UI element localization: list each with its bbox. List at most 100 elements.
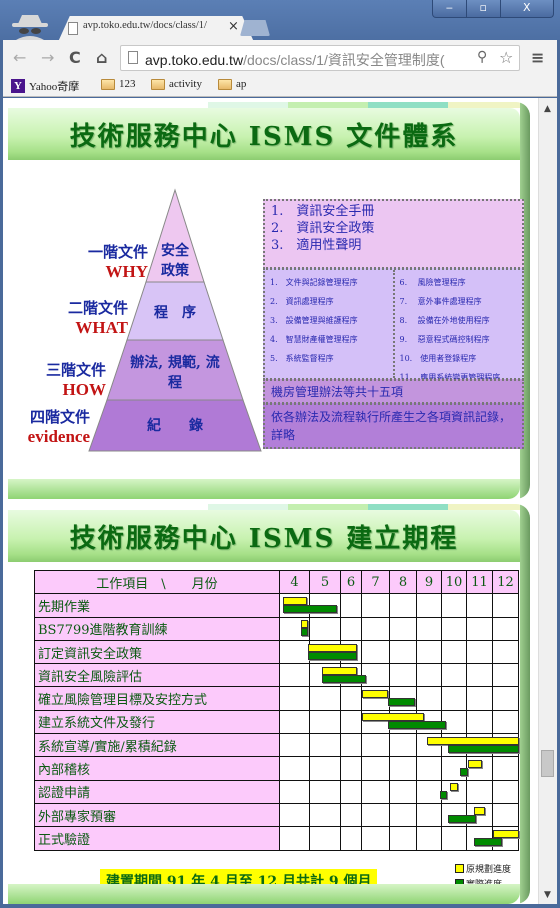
month-cell (361, 756, 390, 781)
month-cell (389, 593, 417, 618)
task-name: 確立風險管理目標及安控方式 (34, 686, 280, 711)
month-cell (416, 733, 442, 758)
bookmark-yahoo[interactable]: Y Yahoo奇摩 (11, 78, 79, 94)
month-cell (416, 686, 442, 711)
month-cell (492, 593, 519, 618)
month-cell (416, 779, 442, 804)
bookmark-label: ap (236, 78, 247, 90)
bookmark-label: 123 (119, 78, 136, 90)
month-cell (389, 779, 417, 804)
pyramid-line: 辦法, 規範, 流 (130, 355, 220, 371)
level-label-4: 四階文件 evidence (8, 408, 90, 446)
pyramid-text-2: 程 序 (125, 303, 225, 323)
month-cell (279, 756, 310, 781)
home-button[interactable]: ⌂ (96, 48, 107, 67)
month-cell (492, 802, 519, 828)
month-cell (466, 802, 493, 828)
minimize-button[interactable]: ‒ (433, 0, 467, 17)
new-tab-button[interactable] (240, 20, 270, 36)
slide-schedule: 技術服務中心 ISMS 建立期程 工作項目 \ 月份 4 5 6 7 8 9 1… (8, 504, 530, 904)
month-cell (279, 779, 310, 804)
close-window-button[interactable]: X (501, 0, 553, 17)
month-cell (340, 733, 362, 758)
month-cell (466, 616, 493, 641)
back-button[interactable]: ← (13, 48, 26, 67)
month-cell (441, 802, 467, 828)
vertical-scrollbar[interactable]: ▲ ▼ (538, 98, 557, 904)
folder-icon (218, 78, 232, 90)
scroll-up-arrow[interactable]: ▲ (544, 104, 551, 114)
month-cell (441, 663, 467, 688)
tab-title[interactable]: avp.toko.edu.tw/docs/class/1/ (83, 20, 213, 31)
level-label-2: 二階文件 WHAT (18, 299, 128, 337)
tab-close-button[interactable]: × (228, 19, 239, 34)
task-name: 認證申請 (34, 779, 280, 804)
level-cn: 一階文件 (87, 243, 148, 261)
yahoo-icon: Y (11, 79, 25, 93)
scrollbar-thumb[interactable] (541, 750, 554, 777)
procedure-item: 2. 資訊處理程序 (270, 297, 334, 306)
month-header: 4 (279, 569, 310, 595)
window-titlebar: avp.toko.edu.tw/docs/class/1/ × ‒ ▫ X (0, 0, 560, 42)
gantt-row: 認證申請 (34, 779, 519, 804)
maximize-button[interactable]: ▫ (467, 0, 501, 17)
month-cell (492, 756, 519, 781)
month-cell (361, 709, 390, 735)
month-cell (361, 663, 390, 688)
month-cell (441, 709, 467, 735)
task-name: 外部專家預審 (34, 802, 280, 828)
menu-icon[interactable]: ≡ (531, 48, 544, 67)
month-cell (492, 779, 519, 804)
slide-header: 技術服務中心 ISMS 建立期程 (8, 510, 520, 562)
month-cell (340, 826, 362, 851)
search-icon[interactable]: ⚲ (477, 49, 487, 65)
month-cell (340, 686, 362, 711)
bookmarks-bar: Y Yahoo奇摩 123 activity ap (3, 75, 557, 97)
folder-icon (151, 78, 165, 90)
gantt-row: 先期作業 (34, 593, 519, 618)
month-cell (309, 593, 341, 618)
month-cell (389, 826, 417, 851)
month-cell (389, 616, 417, 641)
month-cell (466, 779, 493, 804)
reload-button[interactable]: C (69, 48, 81, 67)
month-cell (441, 733, 467, 758)
gantt-row: 確立風險管理目標及安控方式 (34, 686, 519, 711)
forward-button[interactable]: → (41, 48, 54, 67)
month-cell (466, 639, 493, 665)
month-cell (466, 756, 493, 781)
month-cell (441, 756, 467, 781)
bookmark-star-icon[interactable]: ☆ (499, 48, 513, 67)
url-text[interactable]: avp.toko.edu.tw/docs/class/1/資訊安全管理制度( (145, 50, 475, 70)
procedure-item: 3. 設備管理與維護程序 (270, 316, 358, 325)
page-viewport: 技術服務中心 ISMS 文件體系 安全 政策 程 序 辦法, 規範, 流 程 紀… (3, 98, 538, 904)
scroll-down-arrow[interactable]: ▼ (544, 890, 551, 900)
gantt-row: 建立系統文件及發行 (34, 709, 519, 735)
procedures-box: 1. 文件與記錄管理程序 2. 資訊處理程序 3. 設備管理與維護程序 4. 智… (263, 268, 524, 382)
bookmark-folder-ap[interactable]: ap (218, 78, 246, 90)
month-cell (389, 639, 417, 665)
month-cell (389, 756, 417, 781)
level-cn: 四階文件 (29, 408, 90, 426)
month-cell (279, 826, 310, 851)
month-cell (492, 663, 519, 688)
bookmark-folder-123[interactable]: 123 (101, 78, 136, 90)
month-cell (441, 686, 467, 711)
month-cell (441, 639, 467, 665)
folder-icon (101, 78, 115, 90)
month-cell (361, 826, 390, 851)
month-cell (340, 663, 362, 688)
month-cell (492, 733, 519, 758)
address-bar[interactable]: avp.toko.edu.tw/docs/class/1/資訊安全管理制度( ⚲… (120, 45, 520, 71)
gantt-row: 內部稽核 (34, 756, 519, 781)
bookmark-folder-activity[interactable]: activity (151, 78, 202, 90)
month-cell (416, 802, 442, 828)
page-icon (128, 51, 138, 64)
gantt-row: 資訊安全風險評估 (34, 663, 519, 688)
month-cell (416, 826, 442, 851)
gantt-row: 訂定資訊安全政策 (34, 639, 519, 665)
month-cell (279, 802, 310, 828)
month-header: 12 (492, 569, 519, 595)
month-cell (389, 802, 417, 828)
methods-box: 機房管理辦法等共十五項 (263, 379, 524, 404)
